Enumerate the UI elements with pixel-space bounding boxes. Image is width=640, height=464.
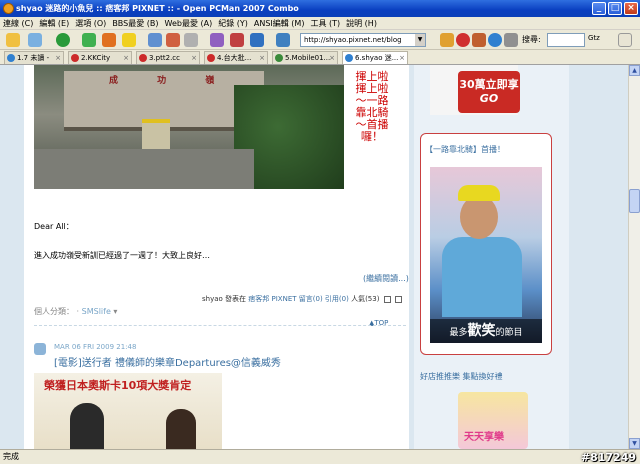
new-connection-icon[interactable]	[6, 33, 20, 47]
app-icon	[3, 3, 14, 14]
views-count: 人氣(53)	[351, 295, 380, 303]
refresh-icon[interactable]	[472, 33, 486, 47]
tab-5[interactable]: 5.Mobile01... ×	[272, 51, 338, 64]
category-link[interactable]: SMSlife	[82, 307, 111, 316]
read-more-link[interactable]: (繼續閱讀...)	[363, 273, 409, 284]
toolbar: http://shyao.pixnet.net/blog ▼ 搜尋: Gtz	[0, 30, 640, 50]
ansi-icon[interactable]	[230, 33, 244, 47]
movie-poster: 榮獲日本奧斯卡10項大獎肯定	[34, 373, 222, 449]
post-meta: shyao 發表在 痞客邦 PIXNET 留言(0) 引用(0) 人氣(53)	[202, 294, 402, 304]
menu-tools[interactable]: 工具 (T)	[310, 17, 340, 29]
home-icon[interactable]	[440, 33, 454, 47]
callout-text: 揮上啦揮上啦～一路靠北騎～首播囉！	[355, 70, 389, 143]
post-body: 進入成功嶺受新訓已經過了一週了！大致上良好…	[34, 251, 210, 260]
widget-image[interactable]: 最多歡笑的節目	[430, 167, 542, 343]
search-input[interactable]	[547, 33, 585, 47]
stop-icon[interactable]	[456, 33, 470, 47]
widget-caption: 最多歡笑的節目	[430, 319, 542, 343]
title-bar: shyao 迷路的小魚兒 :: 痞客邦 PIXNET :: - Open PCM…	[0, 0, 640, 17]
screenshot-icon[interactable]	[184, 33, 198, 47]
tab-1[interactable]: 1.7 未讀 - ×	[4, 51, 64, 64]
tab-2[interactable]: 2.KKCity ×	[68, 51, 132, 64]
go-icon[interactable]	[56, 33, 70, 47]
blog-link[interactable]: 痞客邦 PIXNET	[248, 295, 296, 303]
globe-icon[interactable]	[488, 33, 502, 47]
search-go-icon[interactable]	[618, 33, 632, 47]
post-greeting: Dear All：	[34, 222, 74, 231]
image-icon[interactable]	[276, 33, 290, 47]
status-bar: 完成 #817249	[0, 449, 640, 464]
trackback-link[interactable]: 引用(0)	[325, 295, 349, 303]
post-title-link[interactable]: [電影]送行者 禮儀師的樂章Departures@信義威秀	[54, 354, 281, 369]
color-icon[interactable]	[210, 33, 224, 47]
maximize-button[interactable]: □	[608, 2, 622, 15]
post-photo: 成 功 嶺	[34, 65, 344, 189]
post-divider	[34, 325, 406, 326]
tab-bar: 1.7 未讀 - × 2.KKCity × 3.ptt2.cc × 4.台大批... ×…	[0, 50, 640, 65]
blog-content: 成 功 嶺 揮上啦揮上啦～一路靠北騎～首播囉！ Dear All： 進入成功嶺受…	[24, 65, 409, 449]
minimize-button[interactable]: _	[592, 2, 606, 15]
menu-bbs-favorites[interactable]: BBS最愛 (B)	[112, 17, 158, 29]
poster-headline: 榮獲日本奧斯卡10項大獎肯定	[44, 379, 192, 392]
copy-icon[interactable]	[148, 33, 162, 47]
blog-sidebar: 30萬立即享 GO 【一路靠北騎】首播！ 最多歡笑的節目 好店推推樂 集點換好禮…	[414, 65, 569, 449]
banner-ad[interactable]: 30萬立即享 GO	[430, 65, 520, 115]
sidebar-ad-image[interactable]: 天天享樂	[458, 392, 528, 449]
menu-edit[interactable]: 編輯 (E)	[39, 17, 69, 29]
settings-icon[interactable]	[504, 33, 518, 47]
sidebar-section-title: 好店推推樂 集點換好禮	[420, 372, 503, 381]
favorite-star-icon[interactable]	[122, 33, 136, 47]
menu-bar: 連線 (C) 編輯 (E) 選項 (O) BBS最愛 (B) Web最愛 (A)…	[0, 17, 640, 30]
menu-options[interactable]: 選項 (O)	[75, 17, 106, 29]
comments-link[interactable]: 留言(0)	[299, 295, 323, 303]
post-date: MAR 06 FRI 2009 21:48	[54, 343, 137, 351]
scroll-thumb[interactable]	[629, 189, 640, 213]
menu-connect[interactable]: 連線 (C)	[3, 17, 33, 29]
scroll-down-icon[interactable]: ▼	[629, 438, 640, 449]
menu-ansi-edit[interactable]: ANSI編輯 (M)	[254, 17, 305, 29]
post-category: 個人分類： · SMSlife ▾	[34, 307, 118, 316]
status-text: 完成	[3, 452, 19, 461]
window-title: shyao 迷路的小魚兒 :: 痞客邦 PIXNET :: - Open PCM…	[16, 4, 299, 13]
reconnect-icon[interactable]	[82, 33, 96, 47]
menu-history[interactable]: 紀錄 (Y)	[218, 17, 248, 29]
address-bar[interactable]: http://shyao.pixnet.net/blog ▼	[300, 33, 426, 47]
scroll-up-icon[interactable]: ▲	[629, 65, 640, 76]
search-label: 搜尋:	[522, 35, 541, 44]
address-dropdown-icon[interactable]: ▼	[415, 34, 425, 46]
tab-6[interactable]: 6.shyao 迷... ×	[342, 51, 408, 64]
delete-icon[interactable]	[394, 295, 402, 303]
open-icon[interactable]	[28, 33, 42, 47]
menu-web-favorites[interactable]: Web最愛 (A)	[165, 17, 213, 29]
disconnect-icon[interactable]	[102, 33, 116, 47]
address-url: http://shyao.pixnet.net/blog	[304, 36, 402, 44]
web-icon[interactable]	[250, 33, 264, 47]
paste-icon[interactable]	[166, 33, 180, 47]
tab-4[interactable]: 4.台大批... ×	[204, 51, 268, 64]
close-button[interactable]: ×	[624, 2, 638, 15]
tab-3[interactable]: 3.ptt2.cc ×	[136, 51, 200, 64]
edit-icon[interactable]	[383, 295, 391, 303]
menu-help[interactable]: 說明 (H)	[346, 17, 377, 29]
widget-title: 【一路靠北騎】首播！	[425, 145, 505, 154]
search-engine-select[interactable]: Gtz	[588, 34, 600, 42]
vertical-scrollbar[interactable]: ▲ ▼	[628, 65, 640, 449]
featured-widget: 【一路靠北騎】首播！ 最多歡笑的節目	[420, 133, 552, 355]
post-author[interactable]: shyao	[202, 295, 223, 303]
web-viewport: 成 功 嶺 揮上啦揮上啦～一路靠北騎～首播囉！ Dear All： 進入成功嶺受…	[0, 65, 628, 449]
calendar-icon	[34, 343, 46, 355]
watermark: #817249	[580, 451, 636, 464]
